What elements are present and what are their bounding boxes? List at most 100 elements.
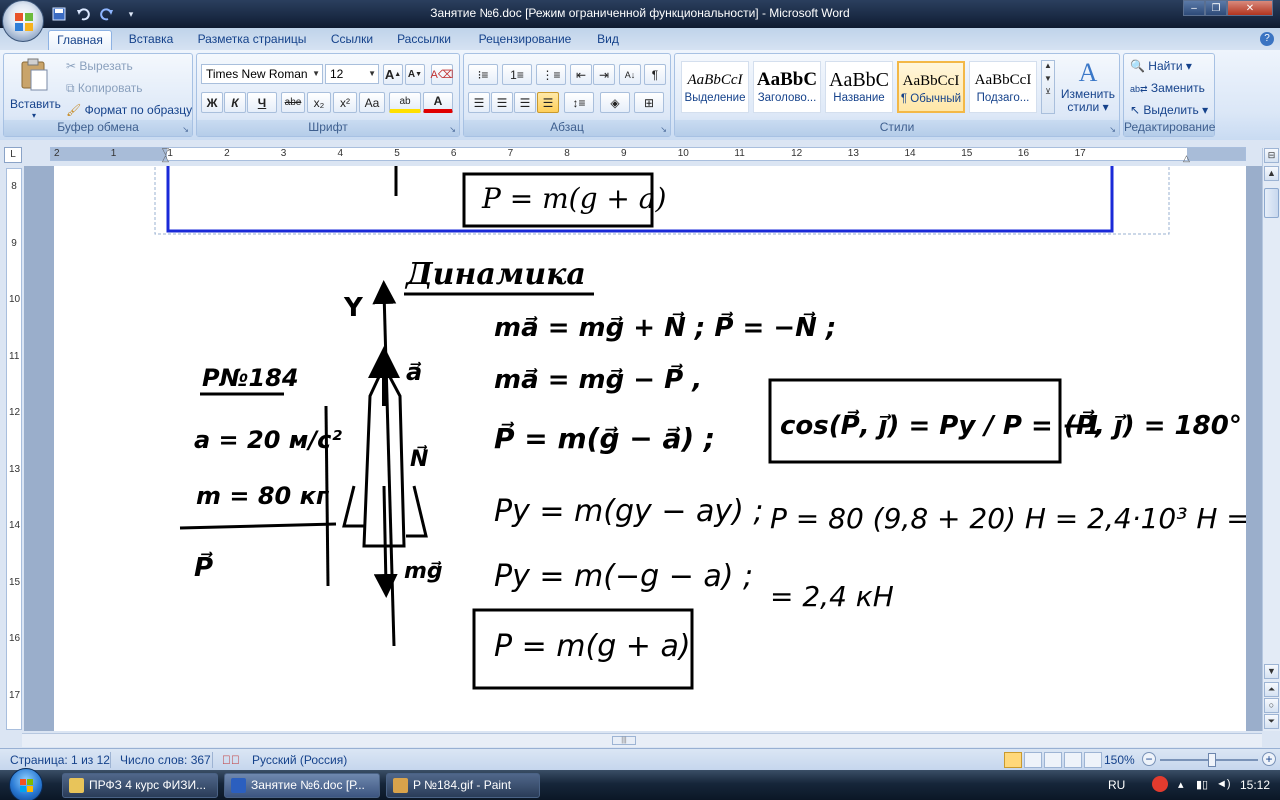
- taskbar-item-folder[interactable]: ПРФЗ 4 курс ФИЗИ...: [62, 773, 218, 798]
- tab-home[interactable]: Главная: [48, 30, 112, 50]
- chevron-down-icon[interactable]: ▼: [1042, 74, 1054, 83]
- previous-page-button[interactable]: ⏶: [1264, 682, 1279, 697]
- font-family-combo[interactable]: Times New Roman ▼: [201, 64, 323, 84]
- superscript-button[interactable]: x²: [333, 92, 357, 113]
- find-button[interactable]: 🔍 Найти ▾: [1130, 59, 1192, 73]
- bold-button[interactable]: Ж: [201, 92, 223, 113]
- show-formatting-button[interactable]: ¶: [644, 64, 666, 85]
- language-indicator[interactable]: Русский (Россия): [252, 753, 347, 767]
- scroll-down-button[interactable]: ▼: [1264, 664, 1279, 679]
- subscript-button[interactable]: x₂: [307, 92, 331, 113]
- select-button[interactable]: ↖ Выделить ▾: [1130, 103, 1208, 117]
- font-size-combo[interactable]: 12 ▼: [325, 64, 379, 84]
- vertical-ruler[interactable]: 8 9 10 11 12 13 14 15 16 17: [6, 168, 22, 730]
- numbering-button[interactable]: 1≡: [502, 64, 532, 85]
- style-subtitle[interactable]: AaBbCcI Подзаго...: [969, 61, 1037, 113]
- zoom-in-button[interactable]: +: [1262, 752, 1276, 766]
- align-center-button[interactable]: ☰: [491, 92, 513, 113]
- zoom-out-button[interactable]: −: [1142, 752, 1156, 766]
- sort-button[interactable]: A↓: [619, 64, 641, 85]
- grow-font-button[interactable]: A ▲: [383, 64, 403, 85]
- undo-icon[interactable]: [74, 5, 92, 23]
- paste-button[interactable]: Вставить ▾: [10, 58, 61, 120]
- tab-view[interactable]: Вид: [592, 30, 624, 50]
- strikethrough-button[interactable]: abe: [281, 92, 305, 113]
- style-emphasis[interactable]: AaBbCcI Выделение: [681, 61, 749, 113]
- clock[interactable]: 15:12: [1240, 778, 1270, 792]
- tab-selector-button[interactable]: L: [4, 147, 22, 163]
- close-button[interactable]: ✕: [1227, 0, 1273, 16]
- tab-page-layout[interactable]: Разметка страницы: [192, 30, 312, 50]
- clear-formatting-button[interactable]: A⌫: [431, 64, 453, 85]
- change-case-button[interactable]: Aa: [359, 92, 385, 113]
- align-right-button[interactable]: ☰: [514, 92, 536, 113]
- increase-indent-button[interactable]: ⇥: [593, 64, 615, 85]
- network-icon[interactable]: ▮▯: [1196, 778, 1208, 791]
- chevron-up-icon[interactable]: ▲: [1042, 61, 1054, 70]
- full-screen-reading-icon[interactable]: [1024, 752, 1042, 768]
- horizontal-scrollbar[interactable]: |||: [22, 733, 1262, 747]
- line-spacing-button[interactable]: ↕≡: [564, 92, 594, 113]
- shading-button[interactable]: ◈: [600, 92, 630, 113]
- bullets-button[interactable]: ⁝≡: [468, 64, 498, 85]
- redo-icon[interactable]: [98, 5, 116, 23]
- styles-launcher-icon[interactable]: ↘: [1109, 125, 1116, 134]
- scroll-up-button[interactable]: ▲: [1264, 166, 1279, 181]
- right-indent-marker[interactable]: △: [1183, 153, 1190, 164]
- font-color-button[interactable]: A: [423, 92, 453, 113]
- outline-view-icon[interactable]: [1064, 752, 1082, 768]
- highlight-button[interactable]: ab: [389, 92, 421, 113]
- maximize-button[interactable]: ❐: [1205, 0, 1227, 16]
- justify-button[interactable]: ☰: [537, 92, 559, 113]
- zoom-level[interactable]: 150%: [1104, 753, 1135, 767]
- zoom-slider-thumb[interactable]: [1208, 753, 1216, 767]
- word-count[interactable]: Число слов: 367: [120, 753, 211, 767]
- decrease-indent-button[interactable]: ⇤: [570, 64, 592, 85]
- document-page[interactable]: P = m(g + a) Динамика P№184 a = 20 м/с² …: [54, 166, 1246, 731]
- start-button[interactable]: [0, 768, 52, 800]
- proofing-icon[interactable]: ✓⃠: [222, 753, 240, 767]
- styles-gallery-scroll[interactable]: ▲ ▼ ⊻: [1041, 60, 1055, 114]
- save-icon[interactable]: [50, 5, 68, 23]
- tab-insert[interactable]: Вставка: [122, 30, 180, 50]
- style-heading[interactable]: AaBbC Заголово...: [753, 61, 821, 113]
- tab-review[interactable]: Рецензирование: [470, 30, 580, 50]
- taskbar-item-paint[interactable]: P №184.gif - Paint: [386, 773, 540, 798]
- taskbar-item-word[interactable]: Занятие №6.doc [Р...: [224, 773, 380, 798]
- minimize-button[interactable]: ‒: [1183, 0, 1205, 16]
- replace-button[interactable]: ab⇄ Заменить: [1130, 81, 1205, 95]
- tray-expand-icon[interactable]: ▴: [1178, 778, 1184, 791]
- scroll-thumb[interactable]: [1264, 188, 1279, 218]
- web-layout-icon[interactable]: [1044, 752, 1062, 768]
- clipboard-launcher-icon[interactable]: ↘: [182, 125, 189, 134]
- font-launcher-icon[interactable]: ↘: [449, 125, 456, 134]
- borders-button[interactable]: ⊞: [634, 92, 664, 113]
- page-counter[interactable]: Страница: 1 из 12: [10, 753, 110, 767]
- customize-qat-icon[interactable]: ▾: [122, 5, 140, 23]
- change-styles-button[interactable]: A Изменить стили ▾: [1059, 58, 1117, 114]
- copy-button[interactable]: ⧉ Копировать: [66, 81, 143, 96]
- format-painter-button[interactable]: 🖌 Формат по образцу: [66, 103, 192, 117]
- align-left-button[interactable]: ☰: [468, 92, 490, 113]
- cut-button[interactable]: ✂ Вырезать: [66, 59, 133, 73]
- tab-references[interactable]: Ссылки: [324, 30, 380, 50]
- underline-button[interactable]: Ч: [247, 92, 277, 113]
- vertical-scrollbar[interactable]: ⊟ ▲ ▼ ⏶ ○ ⏷: [1262, 148, 1280, 731]
- help-icon[interactable]: ?: [1260, 32, 1274, 46]
- hscroll-grip-icon[interactable]: |||: [612, 736, 636, 745]
- opera-icon[interactable]: [1152, 776, 1168, 792]
- browse-object-button[interactable]: ○: [1264, 698, 1279, 713]
- next-page-button[interactable]: ⏷: [1264, 714, 1279, 729]
- multilevel-list-button[interactable]: ⋮≡: [536, 64, 566, 85]
- left-indent-marker[interactable]: △: [162, 153, 169, 164]
- print-layout-icon[interactable]: [1004, 752, 1022, 768]
- more-icon[interactable]: ⊻: [1042, 87, 1054, 96]
- tab-mailings[interactable]: Рассылки: [392, 30, 456, 50]
- split-handle-icon[interactable]: ⊟: [1264, 148, 1279, 163]
- paragraph-launcher-icon[interactable]: ↘: [660, 125, 667, 134]
- paste-dropdown-icon[interactable]: ▾: [10, 111, 58, 120]
- draft-view-icon[interactable]: [1084, 752, 1102, 768]
- volume-icon[interactable]: ◄): [1216, 778, 1231, 790]
- style-normal[interactable]: AaBbCcI ¶ Обычный: [897, 61, 965, 113]
- italic-button[interactable]: К: [224, 92, 246, 113]
